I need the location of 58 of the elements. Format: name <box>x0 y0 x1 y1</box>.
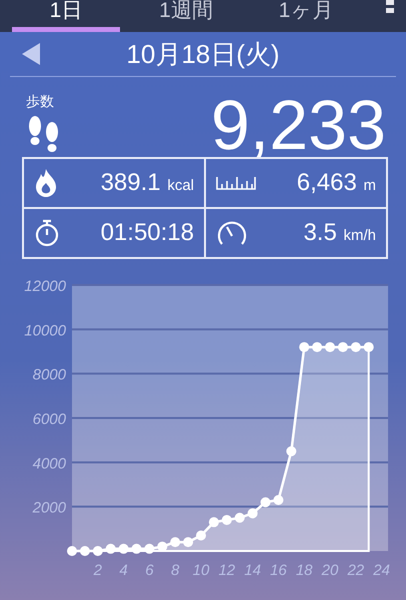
stat-value: 389.1 kcal <box>100 169 194 197</box>
back-arrow-icon[interactable] <box>22 43 40 65</box>
data-point <box>338 342 348 352</box>
data-point <box>260 497 270 508</box>
step-count: 9,233 <box>210 93 386 157</box>
data-point <box>144 544 154 554</box>
x-tick-label: 24 <box>373 562 390 579</box>
data-point <box>132 544 142 554</box>
stat-value: 3.5 km/h <box>303 219 376 247</box>
data-point <box>248 508 258 518</box>
data-point <box>234 512 245 523</box>
data-point <box>325 342 335 352</box>
data-point <box>312 342 322 352</box>
y-tick-label: 12000 <box>24 278 66 295</box>
flame-icon <box>34 169 58 197</box>
data-point <box>208 517 219 528</box>
x-tick-label: 12 <box>218 562 236 579</box>
data-point <box>222 514 232 525</box>
data-point <box>350 342 361 352</box>
x-tick-label: 6 <box>145 562 154 579</box>
y-tick-label: 8000 <box>32 366 66 384</box>
x-tick-label: 4 <box>119 562 128 579</box>
data-point <box>364 342 374 352</box>
tab[interactable]: 1日 <box>12 0 120 32</box>
tab[interactable]: 1ヶ月 <box>252 0 360 32</box>
stopwatch-icon <box>34 219 60 247</box>
y-tick-label: 10000 <box>24 322 66 340</box>
stat-value: 01:50:18 <box>100 219 194 247</box>
ruler-icon <box>216 176 256 190</box>
data-point <box>106 544 116 554</box>
data-point <box>157 542 168 552</box>
x-tick-label: 2 <box>94 562 102 579</box>
x-tick-label: 20 <box>322 562 338 579</box>
y-tick-label: 6000 <box>32 411 66 428</box>
data-point <box>299 342 310 352</box>
stat-value: 6,463 m <box>296 169 376 197</box>
tab[interactable]: 1週間 <box>132 0 240 32</box>
y-tick-label: 4000 <box>32 455 66 472</box>
steps-label: 歩数 <box>26 93 55 111</box>
more-icon[interactable] <box>386 0 394 14</box>
data-point <box>273 495 284 506</box>
x-tick-label: 14 <box>244 562 261 579</box>
data-point <box>170 537 180 548</box>
speedometer-icon <box>216 220 248 246</box>
data-point <box>183 537 194 548</box>
x-tick-label: 18 <box>296 562 313 579</box>
x-tick-label: 16 <box>270 562 287 579</box>
x-tick-label: 22 <box>347 562 364 579</box>
data-point <box>196 530 206 540</box>
data-point <box>92 546 103 556</box>
x-tick-label: 8 <box>171 562 180 579</box>
data-point <box>80 546 90 556</box>
data-point <box>286 446 296 456</box>
data-point <box>118 544 129 554</box>
y-tick-label: 2000 <box>32 500 66 517</box>
data-point <box>67 546 77 556</box>
x-tick-label: 10 <box>192 562 210 579</box>
date-title: 10月18日(火) <box>125 38 281 70</box>
